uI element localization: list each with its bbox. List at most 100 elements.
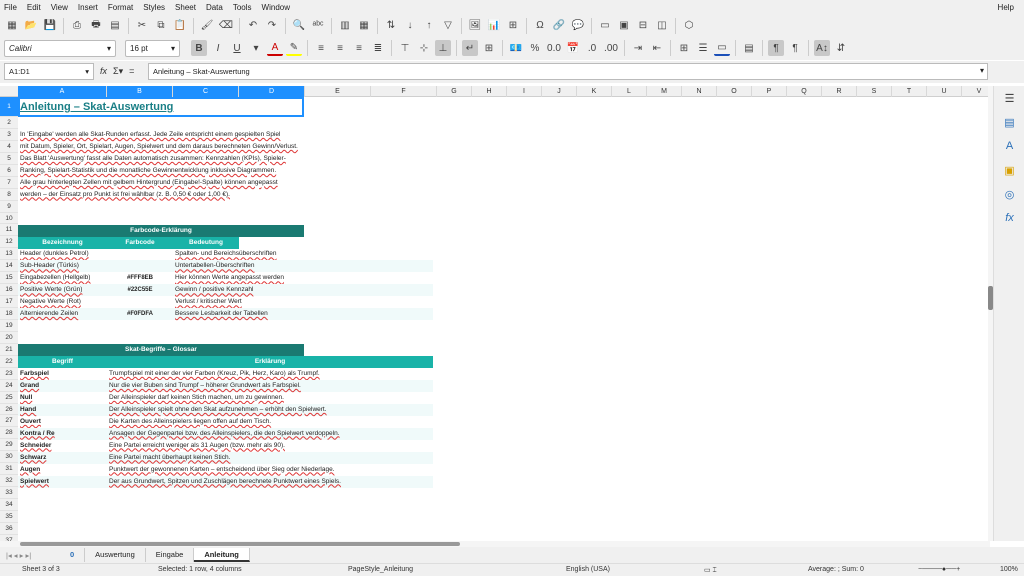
- print-preview-icon[interactable]: ▤: [107, 18, 123, 34]
- vertical-text-icon[interactable]: ⇵: [833, 40, 849, 56]
- align-bottom-icon[interactable]: ⊥: [435, 40, 451, 56]
- align-left-icon[interactable]: ≡: [313, 40, 329, 56]
- underline-dropdown-icon[interactable]: ▾: [248, 40, 264, 56]
- clear-formatting-icon[interactable]: ⌫: [218, 18, 234, 34]
- row-header[interactable]: 23: [0, 368, 18, 380]
- column-header-r[interactable]: R: [822, 86, 857, 97]
- menu-view[interactable]: View: [51, 3, 68, 12]
- menu-insert[interactable]: Insert: [78, 3, 98, 12]
- column-header-a[interactable]: A: [18, 86, 107, 97]
- glossary-term[interactable]: Farbspiel: [20, 368, 106, 380]
- sidebar-menu-icon[interactable]: ☰: [994, 86, 1024, 110]
- tab-eingabe[interactable]: Eingabe: [146, 548, 195, 562]
- colorcode-cell[interactable]: #22C55E: [107, 284, 173, 296]
- row-header[interactable]: 27: [0, 415, 18, 428]
- colorcode-cell[interactable]: [107, 260, 173, 272]
- paste-icon[interactable]: 📋: [172, 18, 188, 34]
- glossary-heading[interactable]: Skat-Begriffe – Glossar: [18, 344, 304, 357]
- formula-icon[interactable]: =: [129, 66, 134, 77]
- colorcode-cell[interactable]: Spalten- und Bereichsüberschriften: [175, 248, 277, 260]
- find-replace-icon[interactable]: 🔍: [291, 18, 307, 34]
- row-header[interactable]: 14: [0, 260, 18, 273]
- glossary-definition[interactable]: Eine Partei macht überhaupt keinen Stich…: [109, 452, 230, 464]
- glossary-term[interactable]: Spielwert: [20, 476, 106, 488]
- copy-icon[interactable]: ⧉: [153, 18, 169, 34]
- export-pdf-icon[interactable]: ⎙: [69, 18, 85, 34]
- row-header[interactable]: 34: [0, 499, 18, 511]
- navigator-icon[interactable]: ◎: [994, 182, 1024, 206]
- selection-mode-icon[interactable]: ▭ ⌶: [704, 566, 717, 575]
- tab-nav-icon[interactable]: |◂ ◂ ▸ ▸|: [0, 551, 60, 560]
- glossary-definition[interactable]: Der aus Grundwert, Spitzen und Zuschläge…: [109, 476, 341, 488]
- row-header[interactable]: 25: [0, 392, 18, 404]
- colorcode-cell[interactable]: #F0FDFA: [107, 308, 173, 320]
- row-header[interactable]: 33: [0, 487, 18, 499]
- menu-styles[interactable]: Styles: [143, 3, 165, 12]
- glossary-term[interactable]: Null: [20, 392, 106, 404]
- page-title[interactable]: Anleitung – Skat-Auswertung: [20, 97, 173, 117]
- intro-line[interactable]: Das Blatt 'Auswertung' fasst alle Daten …: [20, 153, 286, 165]
- autofilter-icon[interactable]: ▽: [440, 18, 456, 34]
- colorcode-cell[interactable]: Eingabezellen (Hellgelb): [20, 272, 106, 284]
- row-header[interactable]: 4: [0, 141, 18, 153]
- border-style-icon[interactable]: ☰: [695, 40, 711, 56]
- pivot-table-icon[interactable]: ⊞: [505, 18, 521, 34]
- intro-line[interactable]: Alle grau hinterlegten Zellen mit gelbem…: [20, 177, 278, 189]
- cut-icon[interactable]: ✂: [134, 18, 150, 34]
- colorcode-cell[interactable]: Sub-Header (Türkis): [20, 260, 106, 272]
- highlight-color-icon[interactable]: ✎: [286, 40, 302, 56]
- row-header[interactable]: 17: [0, 296, 18, 308]
- center-vertically-icon[interactable]: ⊹: [416, 40, 432, 56]
- horizontal-scroll-thumb[interactable]: [20, 542, 460, 546]
- sort-icon[interactable]: ⇅: [383, 18, 399, 34]
- menu-edit[interactable]: Edit: [27, 3, 41, 12]
- zoom-slider[interactable]: −────●──+: [918, 566, 960, 573]
- show-draw-functions-icon[interactable]: ⬡: [681, 18, 697, 34]
- split-window-icon[interactable]: ◫: [654, 18, 670, 34]
- column-header-f[interactable]: F: [371, 86, 437, 97]
- column-header-l[interactable]: L: [612, 86, 647, 97]
- colorcode-cell[interactable]: Gewinn / positive Kennzahl: [175, 284, 253, 296]
- colorcode-header[interactable]: Farbcode: [107, 236, 173, 249]
- formula-input[interactable]: Anleitung – Skat-Auswertung: [148, 63, 988, 80]
- menu-format[interactable]: Format: [108, 3, 133, 12]
- colorcode-cell[interactable]: Bessere Lesbarkeit der Tabellen: [175, 308, 268, 320]
- row-header[interactable]: 35: [0, 511, 18, 523]
- gallery-icon[interactable]: ▣: [994, 158, 1024, 182]
- functions-icon[interactable]: fx: [994, 206, 1024, 230]
- glossary-term[interactable]: Ouvert: [20, 416, 106, 428]
- column-header-d[interactable]: D: [239, 86, 305, 97]
- column-header-m[interactable]: M: [647, 86, 682, 97]
- column-header-p[interactable]: P: [752, 86, 787, 97]
- border-color-icon[interactable]: ▭: [714, 40, 730, 56]
- colorcode-cell[interactable]: Positive Werte (Grün): [20, 284, 106, 296]
- glossary-definition[interactable]: Punktwert der gewonnenen Karten – entsch…: [109, 464, 335, 476]
- colorcode-cell[interactable]: Negative Werte (Rot): [20, 296, 106, 308]
- row-header[interactable]: 19: [0, 320, 18, 332]
- column-header-u[interactable]: U: [927, 86, 962, 97]
- sort-descending-icon[interactable]: ↑: [421, 18, 437, 34]
- sum-icon[interactable]: Σ▾: [113, 66, 123, 77]
- row-header[interactable]: 15: [0, 272, 18, 285]
- tab-add[interactable]: 0: [60, 548, 86, 562]
- glossary-term[interactable]: Schneider: [20, 440, 106, 452]
- align-top-icon[interactable]: ⊤: [397, 40, 413, 56]
- glossary-definition[interactable]: Der Alleinspieler spielt ohne den Skat a…: [109, 404, 327, 416]
- colorcode-cell[interactable]: Alternierende Zeilen: [20, 308, 106, 320]
- row-header[interactable]: 10: [0, 213, 18, 225]
- row-header[interactable]: 13: [0, 248, 18, 261]
- row-header[interactable]: 6: [0, 165, 18, 177]
- print-icon[interactable]: 🖶: [88, 18, 104, 34]
- row-header[interactable]: 1: [0, 97, 18, 117]
- freeze-rows-icon[interactable]: ⊟: [635, 18, 651, 34]
- decrease-indent-icon[interactable]: ⇤: [649, 40, 665, 56]
- intro-line[interactable]: werden – der Einsatz pro Punkt ist frei …: [20, 189, 230, 201]
- spelling-icon[interactable]: ᵃᵇᶜ: [310, 18, 326, 34]
- glossary-term[interactable]: Hand: [20, 404, 106, 416]
- align-center-icon[interactable]: ≡: [332, 40, 348, 56]
- row-header[interactable]: 8: [0, 189, 18, 201]
- glossary-header[interactable]: Erklärung: [107, 356, 433, 368]
- colorcode-cell[interactable]: Header (dunkles Petrol): [20, 248, 106, 260]
- row-header[interactable]: 31: [0, 463, 18, 476]
- column-header-k[interactable]: K: [577, 86, 612, 97]
